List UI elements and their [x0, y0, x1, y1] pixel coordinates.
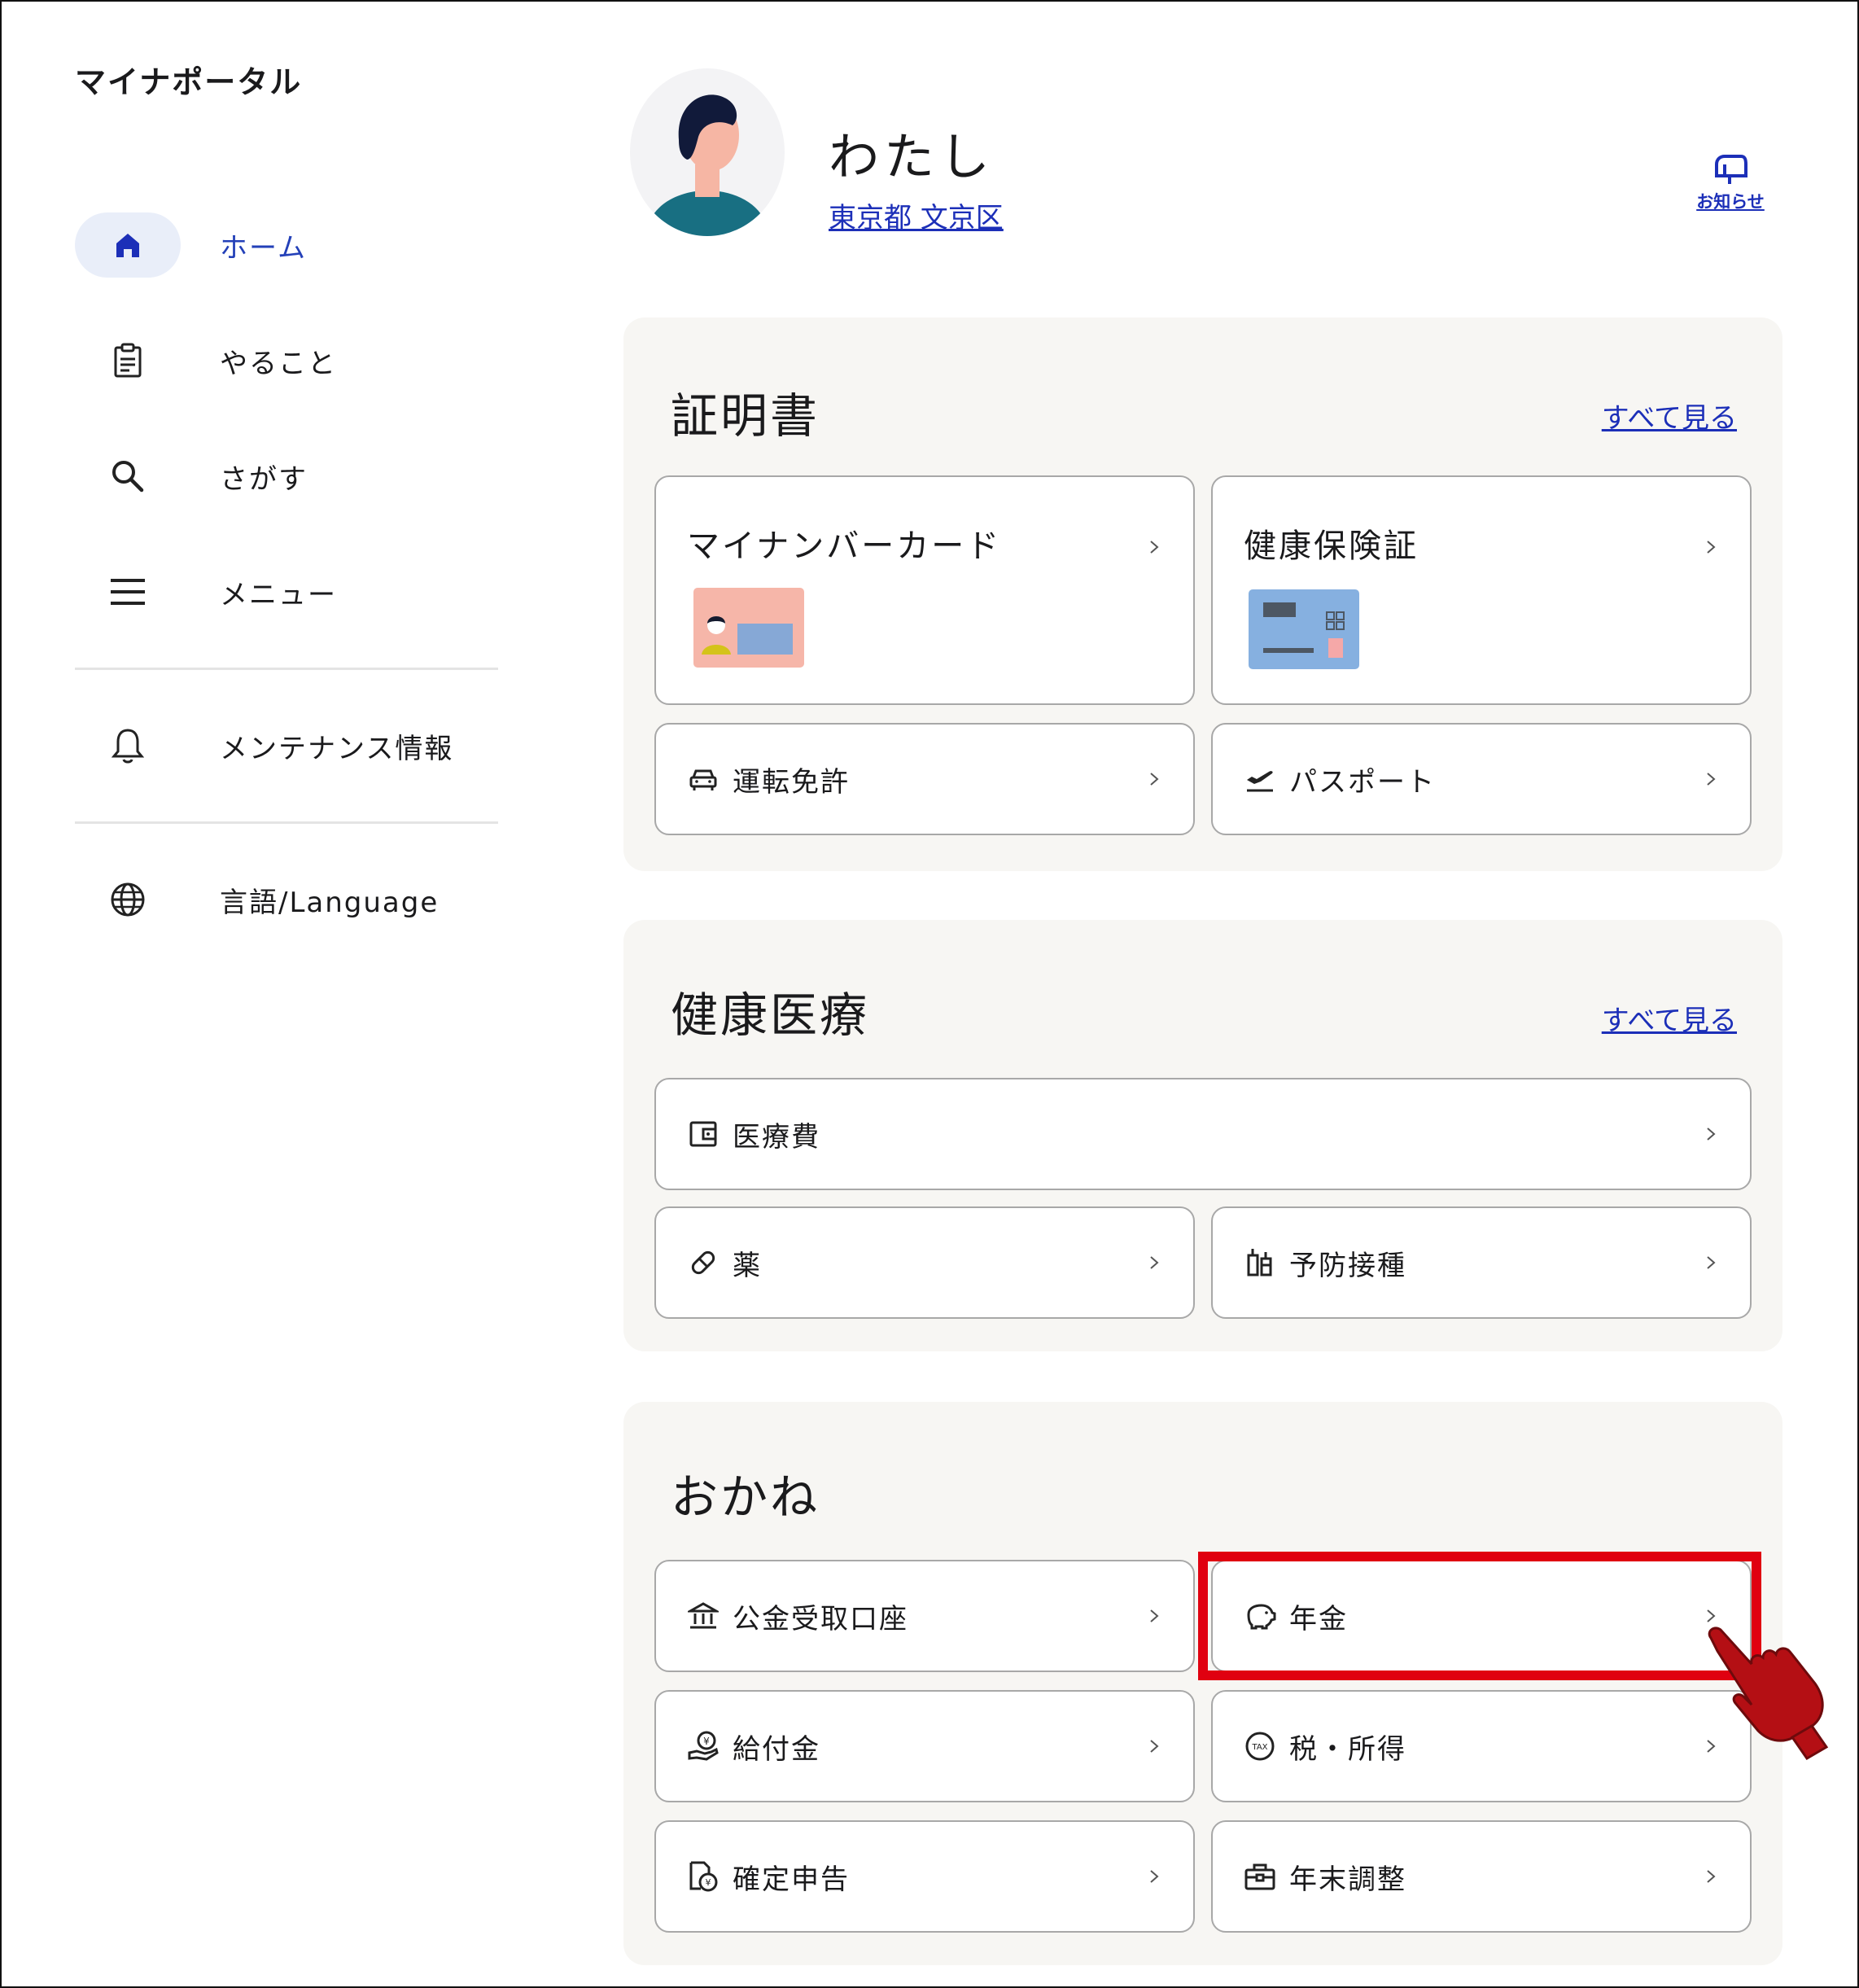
- card-benefits[interactable]: ¥ 給付金: [654, 1690, 1195, 1802]
- card-content: 年末調整: [1244, 1822, 1406, 1931]
- chevron-right-icon: [1150, 1740, 1159, 1753]
- sidebar-item-label: メンテナンス情報: [220, 732, 454, 765]
- card-label: 税・所得: [1289, 1732, 1406, 1766]
- mynumber-card-icon: [693, 588, 804, 668]
- card-health-insurance[interactable]: 健康保険証: [1211, 475, 1752, 705]
- sidebar-item-todo[interactable]: やること: [75, 303, 498, 418]
- see-all-link[interactable]: すべて見る: [1602, 998, 1737, 1038]
- chevron-right-icon: [1150, 541, 1159, 554]
- briefcase-icon: [1244, 1860, 1276, 1893]
- chevron-right-icon: [1707, 1128, 1716, 1141]
- bank-icon: [687, 1600, 720, 1632]
- wallet-icon: [687, 1118, 720, 1150]
- tax-return-icon: ¥: [687, 1860, 720, 1893]
- sidebar-item-home[interactable]: ホーム: [75, 187, 498, 303]
- highlight-box: [1198, 1552, 1761, 1680]
- sidebar-item-language[interactable]: 言語/Language: [75, 842, 498, 957]
- svg-text:TAX: TAX: [1251, 1743, 1267, 1752]
- chevron-right-icon: [1150, 1256, 1159, 1269]
- tax-icon: TAX: [1244, 1730, 1276, 1762]
- news-label: お知らせ: [1696, 192, 1765, 212]
- card-passport[interactable]: パスポート: [1211, 723, 1752, 835]
- mailbox-icon: [1715, 155, 1747, 184]
- card-tax-return[interactable]: ¥ 確定申告: [654, 1820, 1195, 1933]
- sidebar-item-label: やること: [220, 347, 337, 380]
- sidebar-item-menu[interactable]: メニュー: [75, 534, 498, 650]
- chevron-right-icon: [1150, 1870, 1159, 1883]
- vaccine-icon: [1244, 1246, 1276, 1279]
- card-label: 給付金: [733, 1732, 820, 1766]
- avatar: [630, 68, 785, 236]
- svg-text:¥: ¥: [703, 1736, 710, 1747]
- certificates-section: 証明書 すべて見る マイナンバーカード 健康保険証 運転免許 パスポート: [623, 317, 1782, 871]
- card-label: 確定申告: [733, 1863, 850, 1896]
- card-content: 公金受取口座: [687, 1561, 908, 1671]
- card-label: 予防接種: [1289, 1249, 1406, 1282]
- card-medical-expenses[interactable]: 医療費: [654, 1078, 1752, 1190]
- sidebar-item-label: ホーム: [220, 231, 307, 265]
- card-medicine[interactable]: 薬: [654, 1206, 1195, 1319]
- card-content: 予防接種: [1244, 1208, 1406, 1317]
- card-content: ¥ 確定申告: [687, 1822, 850, 1931]
- sidebar-nav: ホーム やること さがす メニュー メンテナンス情報 言語/Language: [75, 187, 498, 957]
- section-title: おかね: [671, 1469, 820, 1525]
- menu-icon: [75, 559, 181, 624]
- airplane-icon: [1244, 763, 1276, 795]
- health-section: 健康医療 すべて見る 医療費 薬 予防接種: [623, 920, 1782, 1351]
- chevron-right-icon: [1707, 773, 1716, 786]
- sidebar-item-label: さがす: [220, 462, 308, 496]
- user-name: わたし: [829, 127, 995, 186]
- pointing-hand-icon: [1708, 1627, 1829, 1760]
- sidebar-divider: [75, 668, 498, 670]
- section-title: 証明書: [671, 388, 820, 444]
- card-label: 医療費: [733, 1120, 820, 1154]
- chevron-right-icon: [1707, 1256, 1716, 1269]
- money-section: おかね 公金受取口座 年金 ¥ 給付金 TAX 税・所得 ¥ 確定申告 年末調整: [623, 1402, 1782, 1965]
- card-drivers-license[interactable]: 運転免許: [654, 723, 1195, 835]
- svg-text:¥: ¥: [706, 1877, 711, 1888]
- card-content: 運転免許: [687, 725, 850, 834]
- card-label: マイナンバーカード: [687, 528, 1002, 565]
- sidebar-item-search[interactable]: さがす: [75, 418, 498, 534]
- bell-icon: [75, 713, 181, 778]
- screenshot-frame: マイナポータル ホーム やること さがす メニュー メンテナンス情報 言語/La…: [0, 0, 1859, 1988]
- card-label: 公金受取口座: [733, 1602, 908, 1636]
- see-all-link[interactable]: すべて見る: [1602, 396, 1737, 436]
- card-label: パスポート: [1289, 765, 1436, 799]
- card-content: ¥ 給付金: [687, 1692, 820, 1801]
- insurance-card-icon: [1249, 589, 1359, 669]
- card-tax-income[interactable]: TAX 税・所得: [1211, 1690, 1752, 1802]
- sidebar-item-label: メニュー: [220, 578, 337, 611]
- card-content: 医療費: [687, 1079, 820, 1189]
- card-public-fund-account[interactable]: 公金受取口座: [654, 1560, 1195, 1672]
- sidebar-item-label: 言語/Language: [220, 886, 440, 919]
- sidebar-divider: [75, 821, 498, 824]
- app-title: マイナポータル: [75, 64, 303, 100]
- car-icon: [687, 763, 720, 795]
- globe-icon: [75, 867, 181, 932]
- chevron-right-icon: [1150, 773, 1159, 786]
- card-mynumber[interactable]: マイナンバーカード: [654, 475, 1195, 705]
- sidebar-item-maintenance[interactable]: メンテナンス情報: [75, 688, 498, 804]
- user-location-link[interactable]: 東京都 文京区: [829, 195, 1004, 235]
- chevron-right-icon: [1707, 541, 1716, 554]
- chevron-right-icon: [1150, 1609, 1159, 1622]
- card-content: パスポート: [1244, 725, 1436, 834]
- card-year-end-adjustment[interactable]: 年末調整: [1211, 1820, 1752, 1933]
- home-icon: [75, 212, 181, 278]
- section-title: 健康医療: [671, 987, 870, 1043]
- card-label: 年末調整: [1289, 1863, 1406, 1896]
- clipboard-icon: [75, 328, 181, 393]
- search-icon: [75, 444, 181, 509]
- chevron-right-icon: [1707, 1870, 1716, 1883]
- card-content: TAX 税・所得: [1244, 1692, 1406, 1801]
- benefit-hand-icon: ¥: [687, 1730, 720, 1762]
- card-label: 健康保険証: [1244, 528, 1419, 565]
- card-content: 薬: [687, 1208, 762, 1317]
- card-label: 運転免許: [733, 765, 850, 799]
- news-button[interactable]: お知らせ: [1688, 153, 1773, 213]
- card-label: 薬: [733, 1249, 762, 1282]
- card-vaccination[interactable]: 予防接種: [1211, 1206, 1752, 1319]
- pill-icon: [687, 1246, 720, 1279]
